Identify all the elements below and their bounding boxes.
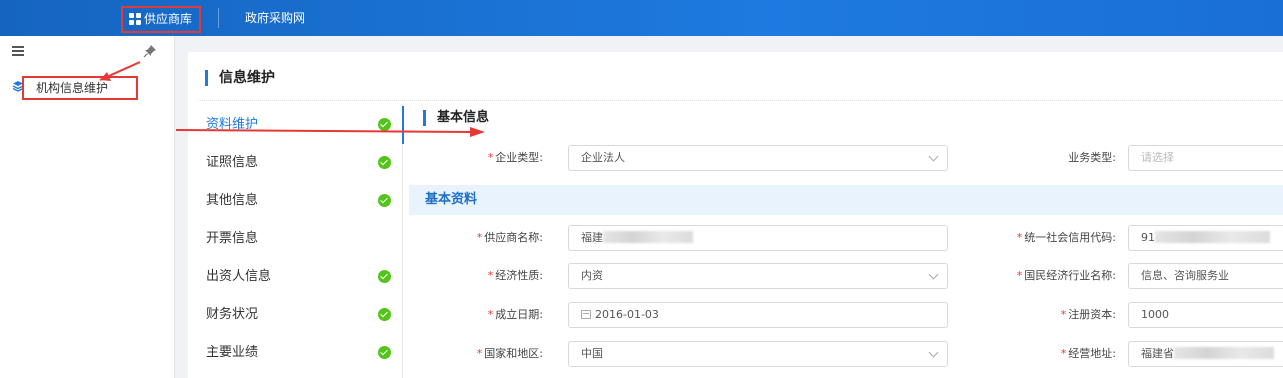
- sidebar: 机构信息维护: [0, 36, 175, 378]
- step-label: 财务状况: [206, 307, 259, 322]
- tab-supplier-library[interactable]: 供应商库: [121, 6, 201, 33]
- chevron-down-icon: [928, 347, 939, 358]
- business-address-label: * 经营地址:: [1060, 347, 1116, 360]
- check-icon: [378, 194, 391, 207]
- economic-nature-select[interactable]: 内资: [568, 263, 948, 289]
- registered-capital-label: * 注册资本:: [1060, 308, 1116, 321]
- divider: [198, 100, 1283, 101]
- top-nav-bar: 供应商库 政府采购网: [0, 0, 1283, 36]
- country-region-select[interactable]: 中国: [568, 341, 948, 367]
- step-label: 开票信息: [206, 231, 259, 246]
- page-title: 信息维护: [205, 70, 275, 86]
- redacted-text: [1174, 347, 1274, 359]
- check-icon: [378, 118, 391, 131]
- grid-icon: [129, 13, 141, 25]
- pin-icon[interactable]: [143, 44, 157, 58]
- basic-info-form: 基本信息 * 企业类型: 企业法人 业务类型: 请选择 基本资料 * 供应商名称: …: [405, 104, 1283, 378]
- sidebar-item-org-info[interactable]: 机构信息维护: [22, 76, 138, 100]
- step-label: 出资人信息: [206, 269, 272, 284]
- enterprise-type-label: * 企业类型:: [487, 151, 543, 164]
- industry-name-label: * 国民经济行业名称:: [1016, 269, 1116, 282]
- established-date-label: * 成立日期:: [487, 308, 543, 321]
- step-performance[interactable]: 主要业绩: [206, 334, 391, 372]
- step-label: 其他信息: [206, 193, 259, 208]
- step-license[interactable]: 证照信息: [206, 144, 391, 182]
- check-icon: [378, 270, 391, 283]
- credit-code-input[interactable]: 91: [1128, 225, 1283, 251]
- sub-section-header: 基本资料: [409, 185, 1283, 215]
- enterprise-type-select[interactable]: 企业法人: [568, 145, 948, 171]
- main-content: 信息维护 资料维护 证照信息 其他信息 开票信息 出资人信息 财务状况 主要业绩…: [188, 52, 1283, 378]
- country-region-label: * 国家和地区:: [476, 347, 543, 360]
- industry-name-input[interactable]: 信息、咨询服务业: [1128, 263, 1283, 289]
- step-list: 资料维护 证照信息 其他信息 开票信息 出资人信息 财务状况 主要业绩: [188, 104, 403, 378]
- step-label: 证照信息: [206, 155, 259, 170]
- step-investor[interactable]: 出资人信息: [206, 258, 391, 296]
- economic-nature-label: * 经济性质:: [487, 269, 543, 282]
- hamburger-icon[interactable]: [12, 46, 24, 56]
- step-profile[interactable]: 资料维护: [206, 106, 391, 144]
- supplier-name-label: * 供应商名称:: [476, 231, 543, 244]
- active-step-indicator: [402, 106, 404, 144]
- tab-government-procurement[interactable]: 政府采购网: [245, 0, 305, 36]
- check-icon: [378, 156, 391, 169]
- chevron-down-icon: [928, 269, 939, 280]
- step-other[interactable]: 其他信息: [206, 182, 391, 220]
- chevron-down-icon: [928, 151, 939, 162]
- redacted-text: [1155, 231, 1270, 243]
- supplier-name-input[interactable]: 福建: [568, 225, 948, 251]
- business-type-label: 业务类型:: [1068, 151, 1116, 164]
- step-label: 主要业绩: [206, 345, 259, 360]
- tab-label: 供应商库: [144, 12, 193, 26]
- check-icon: [378, 308, 391, 321]
- business-address-input[interactable]: 福建省: [1128, 341, 1283, 367]
- check-icon: [378, 346, 391, 359]
- step-label: 资料维护: [206, 117, 259, 132]
- business-type-select[interactable]: 请选择: [1128, 145, 1283, 171]
- redacted-text: [603, 231, 693, 243]
- calendar-icon: [581, 310, 591, 319]
- nav-divider: [218, 8, 219, 28]
- credit-code-label: * 统一社会信用代码:: [1016, 231, 1116, 244]
- section-title: 基本信息: [423, 110, 489, 126]
- established-date-picker[interactable]: 2016-01-03: [568, 302, 948, 328]
- step-invoice[interactable]: 开票信息: [206, 220, 391, 258]
- registered-capital-input[interactable]: 1000: [1128, 302, 1283, 328]
- step-financial[interactable]: 财务状况: [206, 296, 391, 334]
